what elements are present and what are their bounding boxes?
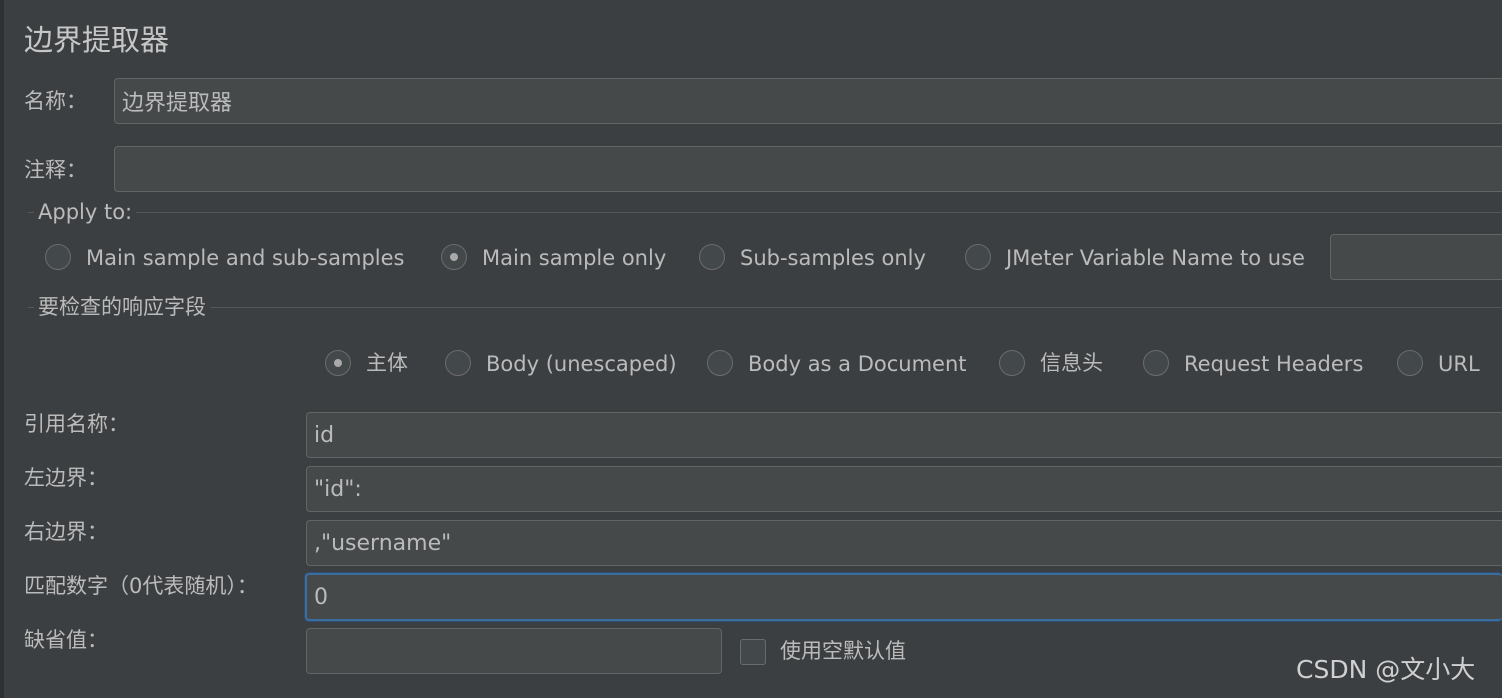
- name-input-value: 边界提取器: [122, 91, 233, 116]
- ref-name-input-value: id: [314, 422, 335, 448]
- radio-headers[interactable]: [999, 350, 1025, 376]
- radio-jmeter-variable[interactable]: [965, 244, 991, 270]
- match-no-input[interactable]: 0: [305, 573, 1502, 621]
- name-input[interactable]: 边界提取器: [114, 78, 1502, 124]
- default-value-input[interactable]: [306, 628, 722, 674]
- right-boundary-label: 右边界：: [24, 520, 108, 544]
- radio-headers-label[interactable]: 信息头: [1040, 349, 1103, 377]
- response-field-title: 要检查的响应字段: [34, 293, 210, 321]
- response-field-group-border: [28, 307, 1502, 308]
- comment-label: 注释：: [24, 158, 87, 182]
- radio-request-headers[interactable]: [1143, 350, 1169, 376]
- apply-to-group-border: [28, 212, 1502, 213]
- jmeter-variable-input[interactable]: [1330, 234, 1502, 280]
- window-left-border: [0, 0, 4, 698]
- radio-body-label[interactable]: 主体: [366, 349, 408, 377]
- right-boundary-input[interactable]: ,"username": [306, 520, 1502, 566]
- radio-request-headers-label[interactable]: Request Headers: [1184, 350, 1363, 378]
- radio-jmeter-variable-label[interactable]: JMeter Variable Name to use: [1006, 244, 1305, 272]
- match-no-label: 匹配数字（0代表随机）：: [24, 574, 258, 598]
- radio-url-label[interactable]: URL: [1438, 350, 1480, 378]
- comment-input[interactable]: [114, 146, 1502, 192]
- radio-body-as-document-label[interactable]: Body as a Document: [748, 350, 967, 378]
- csdn-watermark: CSDN @文小大: [1296, 655, 1476, 684]
- radio-body-unescaped-label[interactable]: Body (unescaped): [486, 350, 677, 378]
- ref-name-label: 引用名称：: [24, 412, 129, 436]
- radio-main-only-label[interactable]: Main sample only: [482, 244, 666, 272]
- use-empty-default-label[interactable]: 使用空默认值: [780, 637, 906, 665]
- left-boundary-input-value: "id":: [314, 476, 362, 502]
- radio-main-only[interactable]: [441, 244, 467, 270]
- ref-name-input[interactable]: id: [306, 412, 1502, 458]
- match-no-input-value: 0: [314, 584, 328, 610]
- panel-title: 边界提取器: [24, 23, 170, 57]
- use-empty-default-checkbox[interactable]: [740, 639, 766, 665]
- radio-sub-only-label[interactable]: Sub-samples only: [740, 244, 926, 272]
- radio-body-unescaped[interactable]: [445, 350, 471, 376]
- left-boundary-label: 左边界：: [24, 466, 108, 490]
- radio-url[interactable]: [1397, 350, 1423, 376]
- left-boundary-input[interactable]: "id":: [306, 466, 1502, 512]
- name-label: 名称：: [24, 89, 87, 113]
- apply-to-title: Apply to:: [34, 198, 137, 226]
- right-boundary-input-value: ,"username": [314, 530, 452, 556]
- radio-sub-only[interactable]: [699, 244, 725, 270]
- radio-main-and-sub-label[interactable]: Main sample and sub-samples: [86, 244, 404, 272]
- default-value-label: 缺省值：: [24, 628, 108, 652]
- radio-main-and-sub[interactable]: [45, 244, 71, 270]
- radio-body[interactable]: [325, 350, 351, 376]
- radio-body-as-document[interactable]: [707, 350, 733, 376]
